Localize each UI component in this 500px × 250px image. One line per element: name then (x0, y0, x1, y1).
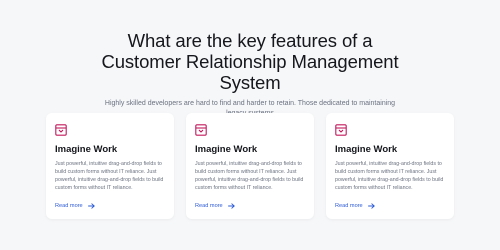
features-section: What are the key features of a Customer … (0, 0, 500, 250)
archive-box-icon (55, 124, 67, 136)
arrow-right-icon (367, 203, 375, 209)
card-description: Just powerful, intuitive drag-and-drop f… (335, 161, 444, 191)
read-more-label: Read more (195, 203, 223, 209)
read-more-link[interactable]: Read more (335, 202, 445, 210)
read-more-link[interactable]: Read more (55, 202, 165, 210)
read-more-label: Read more (335, 203, 363, 209)
card-title: Imagine Work (55, 144, 118, 155)
card-title: Imagine Work (195, 144, 258, 155)
archive-box-icon (335, 124, 347, 136)
read-more-link[interactable]: Read more (195, 202, 305, 210)
feature-card: Imagine Work Just powerful, intuitive dr… (326, 113, 454, 219)
archive-box-icon (195, 124, 207, 136)
feature-cards: Imagine Work Just powerful, intuitive dr… (46, 113, 454, 219)
card-description: Just powerful, intuitive drag-and-drop f… (195, 161, 304, 191)
arrow-right-icon (87, 203, 95, 209)
feature-card: Imagine Work Just powerful, intuitive dr… (186, 113, 314, 219)
feature-card: Imagine Work Just powerful, intuitive dr… (46, 113, 174, 219)
section-title: What are the key features of a Customer … (101, 30, 399, 93)
read-more-label: Read more (55, 203, 83, 209)
arrow-right-icon (227, 203, 235, 209)
card-description: Just powerful, intuitive drag-and-drop f… (55, 161, 164, 191)
card-title: Imagine Work (335, 144, 398, 155)
